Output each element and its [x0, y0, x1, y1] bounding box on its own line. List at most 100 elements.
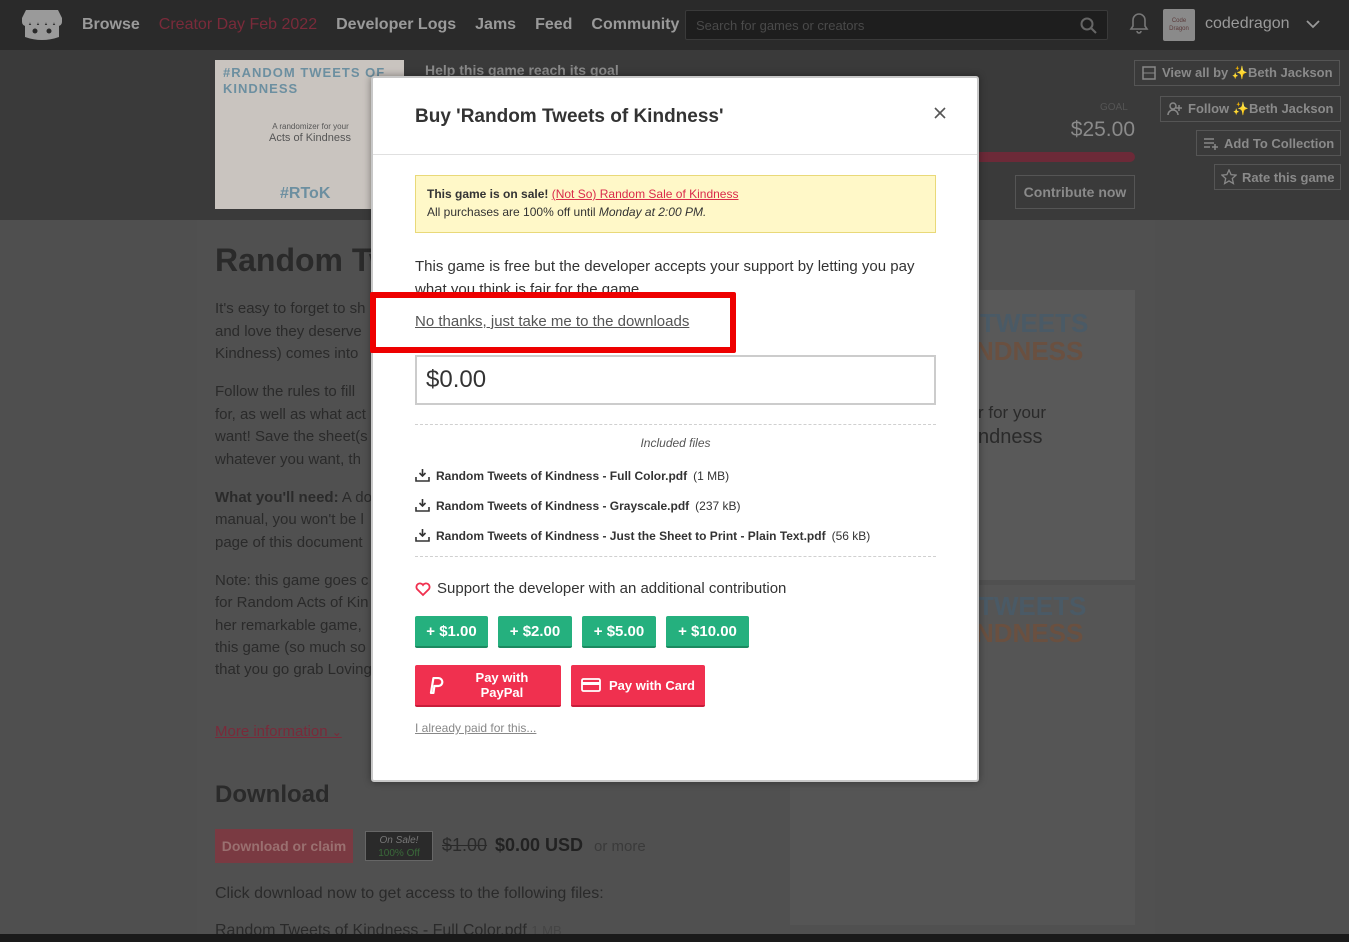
nav-jams[interactable]: Jams — [475, 16, 516, 34]
pay-with-paypal-label: Pay with PayPal — [475, 670, 529, 700]
tip-2-button[interactable]: + $2.00 — [498, 616, 572, 648]
description-line: What you'll need: A do — [215, 487, 375, 510]
modal-title: Buy 'Random Tweets of Kindness' — [415, 106, 724, 127]
nav-developer-logs[interactable]: Developer Logs — [336, 16, 456, 34]
description-line: want! Save the sheet(s — [215, 428, 368, 445]
file-size: (1 MB) — [693, 468, 730, 483]
modal-divider — [373, 154, 977, 155]
nav-community[interactable]: Community — [591, 16, 679, 34]
description-line: her remarkable game, — [215, 617, 362, 634]
paypal-icon — [429, 676, 444, 695]
screenshot-text: ndness — [978, 426, 1043, 448]
already-paid-link[interactable]: I already paid for this... — [415, 721, 536, 735]
more-information-link[interactable]: More information ⌄ — [215, 723, 342, 740]
goal-value: $25.00 — [1070, 118, 1135, 141]
description-line: and love they deserve — [215, 323, 362, 340]
chevron-down-icon[interactable] — [1305, 16, 1321, 32]
sale-price: $0.00 USD — [495, 835, 584, 855]
tip-5-button[interactable]: + $5.00 — [582, 616, 656, 648]
search-icon[interactable] — [1080, 17, 1097, 34]
description-line: that you go grab Loving — [215, 661, 372, 678]
sale-notice-text: All purchases are 100% off until — [427, 205, 599, 219]
included-files-label: Included files — [640, 436, 711, 450]
contribute-button[interactable]: Contribute now — [1015, 175, 1135, 209]
screenshot-text: r for your — [978, 403, 1047, 422]
add-user-icon — [1167, 102, 1182, 116]
download-or-claim-button[interactable]: Download or claim — [215, 829, 353, 863]
sale-badge-label: On Sale! — [379, 835, 419, 846]
sale-badge-off: 100% Off — [378, 848, 420, 859]
pricing-description: This game is free but the developer acce… — [415, 258, 915, 298]
cover-subtitle-2: Acts of Kindness — [269, 132, 351, 144]
no-thanks-download-link[interactable]: No thanks, just take me to the downloads — [415, 313, 694, 330]
pay-with-card-button[interactable]: Pay with Card — [571, 665, 705, 707]
top-navbar: Browse Creator Day Feb 2022 Developer Lo… — [0, 0, 1349, 50]
search-input[interactable] — [686, 11, 1107, 39]
sale-notice: This game is on sale! (Not So) Random Sa… — [415, 175, 936, 233]
username[interactable]: codedragon — [1205, 15, 1290, 33]
itchio-logo-icon[interactable] — [22, 8, 62, 42]
description-line: for, as well as what act — [215, 406, 366, 423]
sale-notice-until: Monday at 2:00 PM. — [598, 205, 707, 219]
tip-10-button[interactable]: + $10.00 — [666, 616, 749, 648]
screenshot-text: NDNESS — [975, 336, 1084, 366]
pay-with-paypal-button[interactable]: Pay with PayPal — [415, 665, 561, 707]
download-heading: Download — [215, 781, 330, 808]
file-size: (237 kB) — [695, 498, 741, 513]
heart-icon — [415, 582, 431, 596]
file-list-item: Random Tweets of Kindness - Just the She… — [415, 528, 870, 543]
right-backdrop — [1155, 220, 1349, 934]
download-icon — [415, 529, 430, 542]
avatar[interactable]: Code Dragon — [1163, 9, 1195, 41]
file-name: Random Tweets of Kindness - Just the She… — [436, 528, 826, 543]
close-icon[interactable] — [932, 105, 948, 121]
goal-progress-bar — [975, 152, 1135, 162]
divider — [415, 424, 936, 425]
cover-subtitle: A randomizer for your — [272, 122, 349, 131]
rate-game-button[interactable]: Rate this game — [1214, 164, 1342, 190]
buy-modal: Buy 'Random Tweets of Kindness' This gam… — [371, 76, 979, 782]
description-line: page of this document — [215, 534, 363, 551]
file-name: Random Tweets of Kindness - Grayscale.pd… — [436, 498, 690, 513]
more-information-label: More information — [215, 723, 328, 740]
support-developer-text: Support the developer with an additional… — [437, 580, 787, 597]
divider — [415, 556, 936, 557]
price-more-label: or more — [594, 838, 646, 855]
download-icon — [415, 499, 430, 512]
file-list-item: Random Tweets of Kindness - Full Color.p… — [415, 468, 729, 483]
search-box — [685, 10, 1108, 40]
nav-feed[interactable]: Feed — [535, 16, 572, 34]
follow-button[interactable]: Follow ✨Beth Jackson — [1160, 96, 1341, 122]
description-line: Follow the rules to fill — [215, 383, 356, 400]
description-line: Note: this game goes c — [215, 572, 369, 589]
nav-browse[interactable]: Browse — [82, 16, 140, 34]
screenshot-text: TWEETS — [980, 308, 1089, 338]
cover-tag: #RToK — [280, 185, 331, 202]
left-backdrop — [0, 220, 197, 934]
follow-label: Follow ✨Beth Jackson — [1188, 101, 1334, 116]
description-line: whatever you want, th — [215, 451, 361, 468]
bottom-bar — [0, 934, 1349, 942]
add-to-collection-button[interactable]: Add To Collection — [1196, 130, 1342, 156]
support-developer-line: Support the developer with an additional… — [415, 580, 786, 597]
tip-1-button[interactable]: + $1.00 — [415, 616, 488, 648]
view-all-button[interactable]: View all by ✨Beth Jackson — [1134, 60, 1340, 86]
rate-game-label: Rate this game — [1242, 169, 1335, 185]
playlist-add-icon — [1204, 138, 1218, 150]
description-line: this game (so much so — [215, 639, 366, 656]
screenshot-text: NDNESS — [975, 618, 1084, 648]
sale-badge: On Sale! 100% Off — [365, 831, 433, 861]
price-amount-input[interactable] — [415, 355, 936, 405]
star-icon — [1221, 169, 1237, 185]
sale-notice-bold: This game is on sale! — [427, 187, 549, 201]
description-line: manual, you won't be l — [215, 511, 364, 528]
credit-card-icon — [581, 678, 601, 692]
nav-creator-day[interactable]: Creator Day Feb 2022 — [159, 16, 317, 34]
bell-icon[interactable] — [1129, 12, 1149, 34]
pay-with-card-label: Pay with Card — [609, 677, 695, 693]
sale-link[interactable]: (Not So) Random Sale of Kindness — [552, 187, 739, 201]
main-nav: Browse Creator Day Feb 2022 Developer Lo… — [82, 0, 679, 50]
original-price: $1.00 — [442, 835, 488, 855]
description-text: A do — [338, 489, 372, 506]
description-line: It's easy to forget to sh — [215, 300, 366, 317]
